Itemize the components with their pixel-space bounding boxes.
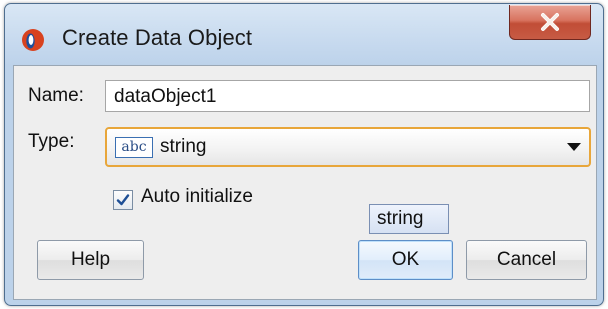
close-button[interactable]: [509, 5, 591, 40]
type-dropdown[interactable]: abc string: [105, 127, 591, 167]
tooltip-text: string: [377, 208, 424, 229]
app-logo-icon: [22, 29, 44, 51]
title-bar[interactable]: Create Data Object: [5, 4, 603, 64]
help-button[interactable]: Help: [37, 240, 144, 280]
dialog-content: Name: dataObject1 Type: abc string Auto …: [13, 65, 597, 300]
auto-initialize-label[interactable]: Auto initialize: [141, 186, 253, 208]
type-label: Type:: [28, 131, 75, 152]
auto-initialize-checkbox[interactable]: [113, 190, 133, 210]
name-field[interactable]: dataObject1: [105, 80, 590, 112]
type-tooltip: string: [369, 204, 449, 234]
close-icon: [541, 13, 559, 31]
name-label: Name:: [28, 85, 84, 106]
name-field-value: dataObject1: [114, 86, 217, 107]
create-data-object-dialog: Create Data Object Name: dataObject1 Typ…: [4, 3, 604, 306]
type-dropdown-value: string: [160, 136, 207, 157]
ok-button[interactable]: OK: [358, 240, 453, 280]
cancel-button[interactable]: Cancel: [466, 240, 587, 280]
checkmark-icon: [116, 194, 130, 206]
string-type-icon: abc: [115, 137, 153, 158]
chevron-down-icon[interactable]: [567, 143, 581, 151]
dialog-title: Create Data Object: [62, 25, 253, 50]
